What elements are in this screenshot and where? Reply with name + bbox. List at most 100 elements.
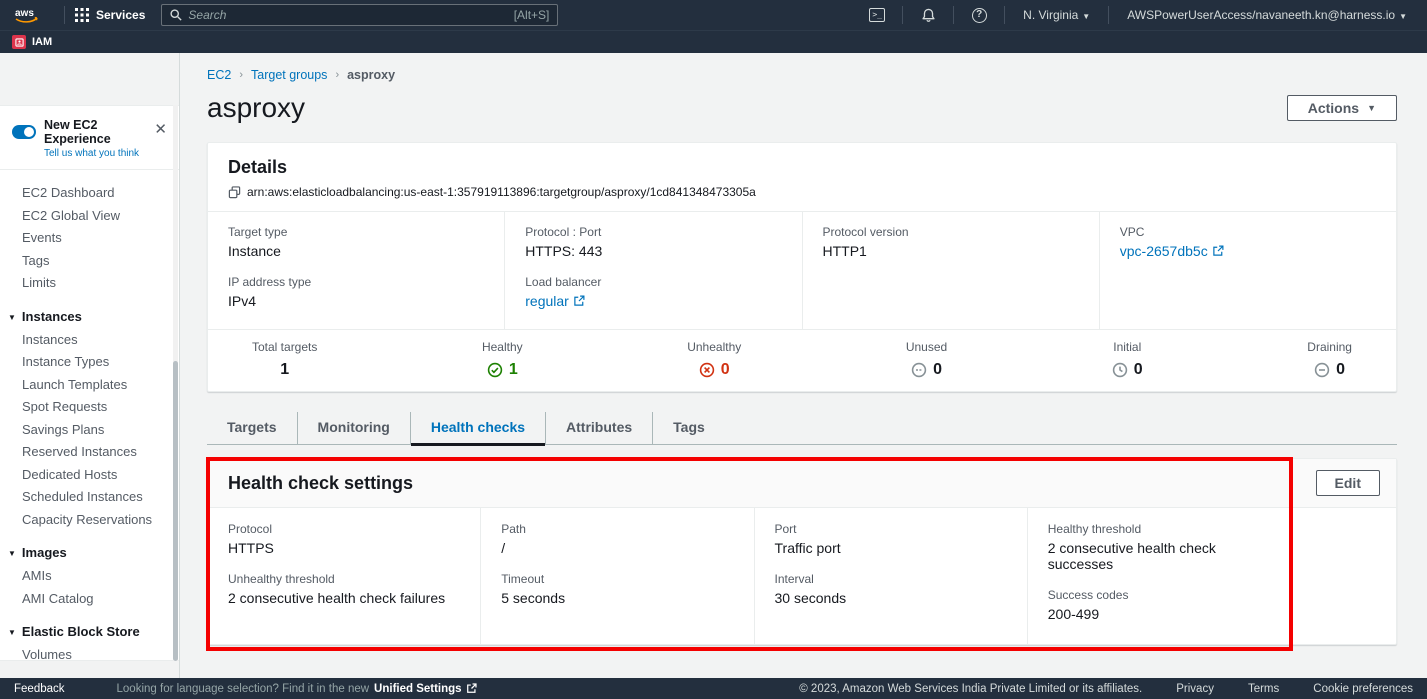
sidebar-item-volumes[interactable]: Volumes	[0, 644, 179, 661]
new-experience-block: New EC2 Experience Tell us what you thin…	[0, 106, 179, 170]
load-balancer-link[interactable]: regular	[525, 293, 585, 309]
sidebar-scrollbar-thumb[interactable]	[173, 361, 178, 661]
search-input[interactable]	[188, 8, 507, 22]
field-label: Protocol	[228, 522, 460, 536]
tab-targets[interactable]: Targets	[207, 412, 297, 444]
details-grid: Target typeInstance IP address typeIPv4 …	[208, 212, 1396, 329]
stat-initial: Initial 0	[1112, 340, 1143, 379]
sidebar-section-elastic-block-store[interactable]: ▼Elastic Block Store	[0, 618, 179, 644]
main-content: EC2 › Target groups › asproxy asproxy Ac…	[180, 53, 1427, 678]
sidebar-scrollbar[interactable]	[173, 105, 178, 661]
aws-logo-text: aws	[15, 8, 34, 19]
new-experience-label: New EC2 Experience	[44, 118, 167, 146]
sidebar-item-spot-requests[interactable]: Spot Requests	[0, 396, 179, 419]
region-selector[interactable]: N. Virginia▼	[1015, 8, 1098, 22]
health-check-settings-title: Health check settings	[228, 473, 413, 494]
sidebar-item-limits[interactable]: Limits	[0, 272, 179, 295]
stat-unused: Unused 0	[906, 340, 947, 379]
copy-icon[interactable]	[228, 186, 241, 199]
terms-link[interactable]: Terms	[1248, 683, 1279, 695]
iam-label: IAM	[32, 36, 52, 48]
services-menu-button[interactable]: Services	[75, 8, 145, 22]
sidebar-section-instances[interactable]: ▼Instances	[0, 303, 179, 329]
field-label: Unhealthy threshold	[228, 572, 460, 586]
stat-draining: Draining 0	[1307, 340, 1352, 379]
vpc-link[interactable]: vpc-2657db5c	[1120, 243, 1224, 259]
sidebar-item-savings-plans[interactable]: Savings Plans	[0, 419, 179, 442]
tab-bar: Targets Monitoring Health checks Attribu…	[207, 412, 1397, 445]
close-icon[interactable]: ✕	[154, 122, 167, 137]
sidebar-item-ec2-global-view[interactable]: EC2 Global View	[0, 205, 179, 228]
chevron-down-icon: ▼	[1399, 12, 1407, 21]
feedback-link[interactable]: Feedback	[14, 683, 65, 695]
sidebar-item-instance-types[interactable]: Instance Types	[0, 351, 179, 374]
favorite-iam-link[interactable]: IAM	[12, 35, 52, 49]
sidebar-item-dedicated-hosts[interactable]: Dedicated Hosts	[0, 464, 179, 487]
field-label: Target type	[228, 225, 484, 239]
sidebar-item-ec2-dashboard[interactable]: EC2 Dashboard	[0, 182, 179, 205]
account-menu[interactable]: AWSPowerUserAccess/navaneeth.kn@harness.…	[1119, 8, 1415, 22]
sidebar-item-instances[interactable]: Instances	[0, 329, 179, 352]
copyright-text: © 2023, Amazon Web Services India Privat…	[799, 683, 1142, 695]
cookie-preferences-link[interactable]: Cookie preferences	[1313, 683, 1413, 695]
actions-button[interactable]: Actions▼	[1287, 95, 1397, 121]
favorites-bar: IAM	[0, 30, 1427, 53]
external-link-icon	[573, 295, 585, 307]
iam-service-icon	[12, 35, 26, 49]
breadcrumb-target-groups[interactable]: Target groups	[251, 68, 327, 82]
sidebar-item-tags[interactable]: Tags	[0, 250, 179, 273]
tab-health-checks[interactable]: Health checks	[410, 412, 545, 444]
breadcrumb-current: asproxy	[347, 68, 395, 82]
tell-us-link[interactable]: Tell us what you think	[44, 148, 167, 159]
health-check-grid: ProtocolHTTPS Unhealthy threshold2 conse…	[208, 508, 1396, 644]
sidebar-nav: EC2 Dashboard EC2 Global View Events Tag…	[0, 170, 179, 661]
field-label: Load balancer	[525, 275, 781, 289]
help-button[interactable]: ?	[964, 4, 994, 26]
triangle-down-icon: ▼	[8, 313, 16, 322]
sidebar-item-reserved-instances[interactable]: Reserved Instances	[0, 441, 179, 464]
cloudshell-button[interactable]: >_	[862, 4, 892, 26]
grid-icon	[75, 8, 89, 22]
sidebar-section-images[interactable]: ▼Images	[0, 539, 179, 565]
services-label: Services	[96, 8, 145, 22]
hc-success-codes-value: 200-499	[1048, 606, 1280, 622]
hc-port-value: Traffic port	[775, 540, 1007, 556]
field-label: Healthy threshold	[1048, 522, 1280, 536]
tab-tags[interactable]: Tags	[652, 412, 725, 444]
unified-settings-link[interactable]: Unified Settings	[374, 683, 477, 695]
topnav-right-section: >_ ? N. Virginia▼ AWSPowerUserAccess/nav…	[862, 4, 1415, 26]
sidebar-item-scheduled-instances[interactable]: Scheduled Instances	[0, 486, 179, 509]
field-label: Protocol version	[823, 225, 1079, 239]
privacy-link[interactable]: Privacy	[1176, 683, 1214, 695]
field-label: Interval	[775, 572, 1007, 586]
bell-icon	[921, 8, 936, 23]
sidebar-panel: New EC2 Experience Tell us what you thin…	[0, 105, 179, 661]
notifications-button[interactable]	[913, 4, 943, 26]
tab-attributes[interactable]: Attributes	[545, 412, 652, 444]
external-link-icon	[466, 683, 477, 694]
target-group-arn: arn:aws:elasticloadbalancing:us-east-1:3…	[247, 185, 756, 199]
sidebar-item-launch-templates[interactable]: Launch Templates	[0, 374, 179, 397]
minus-circle-icon	[1314, 362, 1330, 378]
field-label: Success codes	[1048, 588, 1280, 602]
new-ec2-experience-toggle[interactable]	[12, 125, 36, 139]
search-shortcut-hint: [Alt+S]	[514, 8, 550, 22]
health-check-settings-card: Health check settings Edit ProtocolHTTPS…	[207, 458, 1397, 645]
sidebar-item-events[interactable]: Events	[0, 227, 179, 250]
aws-logo[interactable]: aws	[12, 6, 40, 24]
triangle-down-icon: ▼	[8, 628, 16, 637]
field-label: Timeout	[501, 572, 733, 586]
sidebar-item-capacity-reservations[interactable]: Capacity Reservations	[0, 509, 179, 532]
breadcrumb-ec2[interactable]: EC2	[207, 68, 231, 82]
ip-address-type-value: IPv4	[228, 293, 484, 309]
divider	[1108, 6, 1109, 24]
field-label: IP address type	[228, 275, 484, 289]
sidebar-item-amis[interactable]: AMIs	[0, 565, 179, 588]
page-title: asproxy	[207, 92, 305, 124]
global-search[interactable]: [Alt+S]	[161, 4, 558, 26]
hc-path-value: /	[501, 540, 733, 556]
sidebar-item-ami-catalog[interactable]: AMI Catalog	[0, 588, 179, 611]
search-icon	[170, 9, 182, 21]
tab-monitoring[interactable]: Monitoring	[297, 412, 410, 444]
edit-button[interactable]: Edit	[1316, 470, 1380, 496]
